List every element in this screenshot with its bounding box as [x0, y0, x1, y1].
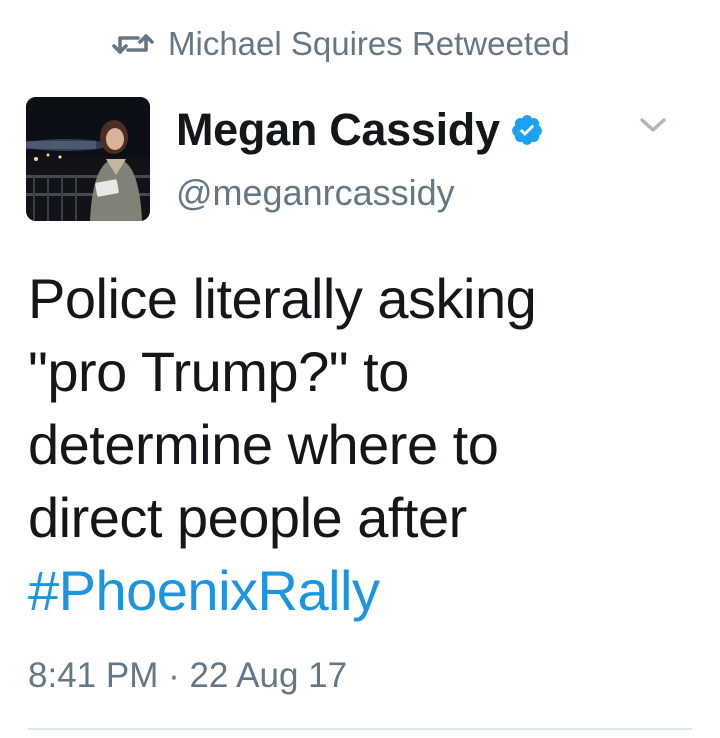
tweet-text-line: Police literally asking [28, 267, 537, 330]
display-name[interactable]: Megan Cassidy [176, 104, 500, 156]
retweet-text: Michael Squires Retweeted [168, 25, 570, 62]
tweet-text: Police literally asking "pro Trump?" to … [28, 262, 698, 627]
avatar[interactable] [26, 97, 150, 221]
tweet-text-line: "pro Trump?" to [28, 340, 409, 403]
chevron-down-icon[interactable] [638, 114, 668, 136]
author-handle[interactable]: @meganrcassidy [176, 172, 455, 214]
divider [28, 728, 692, 730]
retweet-icon [112, 30, 154, 58]
tweet-text-line: direct people after [28, 486, 467, 549]
tweet-timestamp[interactable]: 8:41 PM · 22 Aug 17 [28, 656, 347, 696]
author-name-row[interactable]: Megan Cassidy [176, 104, 544, 156]
retweet-context[interactable]: Michael Squires Retweeted [112, 22, 570, 66]
hashtag-link[interactable]: #PhoenixRally [28, 554, 698, 627]
tweet-text-line: determine where to [28, 413, 499, 476]
verified-badge-icon [510, 113, 544, 147]
